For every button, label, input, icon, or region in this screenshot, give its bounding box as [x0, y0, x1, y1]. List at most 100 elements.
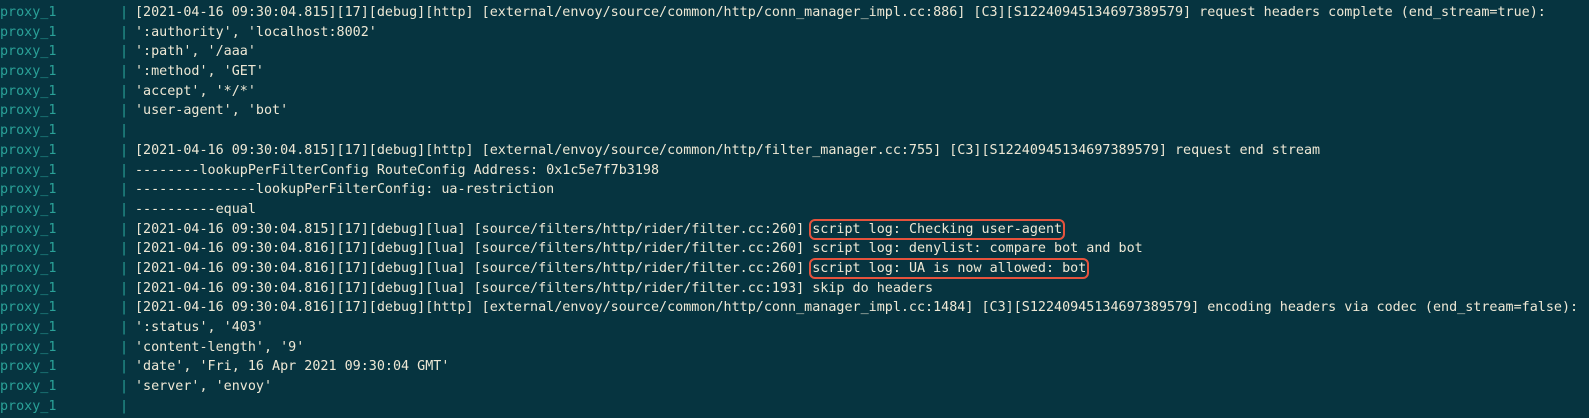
log-message: ---------------lookupPerFilterConfig: ua… [135, 180, 554, 200]
log-text: 'content-length', '9' [135, 339, 305, 355]
log-message: [2021-04-16 09:30:04.815][17][debug][lua… [135, 218, 1066, 240]
terminal-output[interactable]: proxy_1 | [2021-04-16 09:30:04.815][17][de… [0, 0, 1589, 418]
log-text: ----------equal [135, 201, 256, 217]
log-text: 'server', 'envoy' [135, 379, 273, 395]
log-text: 'user-agent', 'bot' [135, 103, 289, 119]
column-separator: | [120, 142, 129, 158]
column-separator: | [120, 221, 129, 237]
log-text: ':authority', 'localhost:8002' [135, 24, 377, 40]
service-name: proxy_1 [0, 123, 57, 139]
column-separator: | [120, 103, 129, 119]
log-message: 'accept', '*/*' [135, 82, 256, 102]
log-message: 'server', 'envoy' [135, 377, 272, 397]
log-message: --------lookupPerFilterConfig RouteConfi… [135, 161, 659, 181]
log-line: proxy_1 | ----------equal [0, 200, 1589, 220]
service-name: proxy_1 [0, 44, 57, 60]
service-name: proxy_1 [0, 379, 57, 395]
service-name: proxy_1 [0, 201, 57, 217]
service-name: proxy_1 [0, 162, 57, 178]
log-line: proxy_1 | ':path', '/aaa' [0, 42, 1589, 62]
column-separator: | [120, 123, 129, 139]
service-name: proxy_1 [0, 260, 57, 276]
log-message: [2021-04-16 09:30:04.815][17][debug][htt… [135, 141, 1320, 161]
column-separator: | [120, 398, 129, 414]
log-text: ':status', '403' [135, 320, 264, 335]
log-line: proxy_1 | ':authority', 'localhost:8002' [0, 23, 1589, 43]
log-text: [2021-04-16 09:30:04.815][17][debug][htt… [135, 5, 1546, 20]
log-line: proxy_1 | 'server', 'envoy' [0, 377, 1589, 397]
service-name: proxy_1 [0, 182, 57, 198]
column-separator: | [120, 201, 129, 217]
log-text: 'date', 'Fri, 16 Apr 2021 09:30:04 GMT' [135, 359, 450, 375]
column-separator: | [120, 24, 129, 40]
log-line: proxy_1 | ':status', '403' [0, 318, 1589, 338]
column-separator: | [120, 5, 129, 20]
log-line: proxy_1 | ':method', 'GET' [0, 62, 1589, 82]
service-name: proxy_1 [0, 83, 57, 99]
column-separator: | [120, 64, 129, 80]
log-line: proxy_1 | [2021-04-16 09:30:04.815][17][de… [0, 3, 1589, 23]
column-separator: | [120, 359, 129, 375]
log-message: 'user-agent', 'bot' [135, 101, 288, 121]
log-line: proxy_1 | [2021-04-16 09:30:04.816][17][de… [0, 257, 1589, 279]
service-name: proxy_1 [0, 24, 57, 40]
column-separator: | [120, 339, 129, 355]
service-name: proxy_1 [0, 398, 57, 414]
log-message: [2021-04-16 09:30:04.816][17][debug][htt… [135, 298, 1578, 318]
service-name: proxy_1 [0, 103, 57, 119]
log-line: proxy_1 | [2021-04-16 09:30:04.815][17][de… [0, 141, 1589, 161]
log-line: proxy_1 | ---------------lookupPerFilterCo… [0, 180, 1589, 200]
service-name: proxy_1 [0, 64, 57, 80]
log-message: 'content-length', '9' [135, 338, 304, 358]
service-name: proxy_1 [0, 300, 57, 316]
log-line: proxy_1 | --------lookupPerFilterConfig Ro… [0, 161, 1589, 181]
log-text: [2021-04-16 09:30:04.815][17][debug][htt… [135, 142, 1321, 158]
log-message: 'date', 'Fri, 16 Apr 2021 09:30:04 GMT' [135, 357, 449, 377]
log-line: proxy_1 | 'accept', '*/*' [0, 82, 1589, 102]
log-text: 'accept', '*/*' [135, 83, 256, 99]
column-separator: | [120, 162, 129, 178]
column-separator: | [120, 320, 129, 335]
column-separator: | [120, 280, 129, 296]
highlighted-log-text: script log: Checking user-agent [809, 218, 1066, 240]
log-line: proxy_1 | [2021-04-16 09:30:04.816][17][de… [0, 279, 1589, 299]
column-separator: | [120, 83, 129, 99]
service-name: proxy_1 [0, 221, 57, 237]
log-message: ':path', '/aaa' [135, 42, 256, 62]
log-text: [2021-04-16 09:30:04.816][17][debug][htt… [135, 300, 1579, 316]
log-line: proxy_1 | [0, 121, 1589, 141]
log-text: ':path', '/aaa' [135, 44, 256, 60]
service-name: proxy_1 [0, 320, 57, 335]
log-message: ':status', '403' [135, 318, 264, 338]
log-line: proxy_1 | [2021-04-16 09:30:04.815][17][de… [0, 218, 1589, 240]
column-separator: | [120, 300, 129, 316]
log-text: [2021-04-16 09:30:04.816][17][debug][lua… [135, 260, 813, 276]
log-line: proxy_1 | [0, 397, 1589, 417]
log-text: [2021-04-16 09:30:04.816][17][debug][lua… [135, 241, 1143, 257]
log-text: [2021-04-16 09:30:04.815][17][debug][lua… [135, 221, 813, 237]
log-text: ---------------lookupPerFilterConfig: ua… [135, 182, 555, 198]
highlighted-log-text: script log: UA is now allowed: bot [809, 257, 1090, 279]
column-separator: | [120, 182, 129, 198]
service-name: proxy_1 [0, 5, 57, 20]
service-name: proxy_1 [0, 280, 57, 296]
service-name: proxy_1 [0, 142, 57, 158]
log-line: proxy_1 | [2021-04-16 09:30:04.816][17][de… [0, 239, 1589, 259]
log-message: [2021-04-16 09:30:04.815][17][debug][htt… [135, 3, 1546, 23]
log-text: ':method', 'GET' [135, 64, 264, 80]
log-message: [2021-04-16 09:30:04.816][17][debug][lua… [135, 239, 1143, 259]
log-message: [2021-04-16 09:30:04.816][17][debug][lua… [135, 257, 1090, 279]
log-text: [2021-04-16 09:30:04.816][17][debug][lua… [135, 280, 934, 296]
log-line: proxy_1 | 'content-length', '9' [0, 338, 1589, 358]
column-separator: | [120, 379, 129, 395]
log-line: proxy_1 | 'date', 'Fri, 16 Apr 2021 09:30:… [0, 357, 1589, 377]
service-name: proxy_1 [0, 241, 57, 257]
column-separator: | [120, 241, 129, 257]
log-message: [2021-04-16 09:30:04.816][17][debug][lua… [135, 279, 933, 299]
log-message: ':method', 'GET' [135, 62, 264, 82]
log-message: ----------equal [135, 200, 256, 220]
column-separator: | [120, 260, 129, 276]
log-text: --------lookupPerFilterConfig RouteConfi… [135, 162, 660, 178]
service-name: proxy_1 [0, 339, 57, 355]
service-name: proxy_1 [0, 359, 57, 375]
